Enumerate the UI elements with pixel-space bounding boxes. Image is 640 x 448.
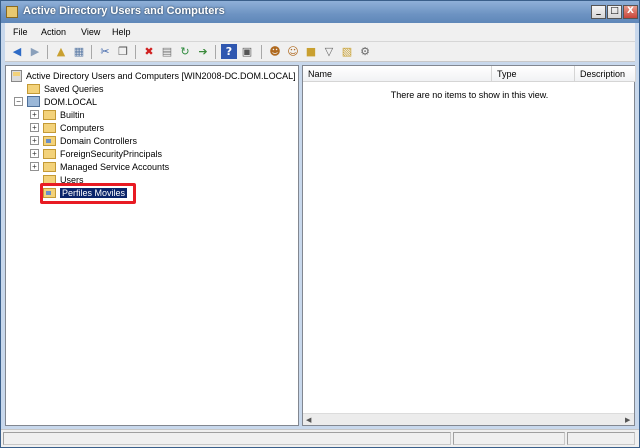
tree-item-saved-queries[interactable]: Saved Queries [27,82,104,95]
status-cell [453,432,565,445]
cut-icon[interactable]: ✂ [97,44,113,59]
refresh-icon[interactable]: ↻ [177,44,193,59]
app-icon [6,6,18,18]
tree-item-label: Builtin [60,109,85,120]
new-user-icon[interactable]: ☻ [267,44,283,59]
domain-icon [27,96,40,107]
status-bar [1,429,639,447]
tree-item-label: Computers [60,122,105,133]
new-ou-icon[interactable]: ■ [303,44,319,59]
toolbar-separator [47,45,48,59]
export-list-icon[interactable]: ➔ [195,44,211,59]
tree-item-label: Domain Controllers [60,135,138,146]
toolbar-separator [215,45,216,59]
toolbar-separator [91,45,92,59]
tree-root-label: Active Directory Users and Computers [WI… [26,70,296,81]
menu-file[interactable]: File [9,26,32,38]
tree-item-managed-service-accounts[interactable]: + Managed Service Accounts [30,160,169,173]
tree-item-label: Saved Queries [44,83,104,94]
tree-item-label: ForeignSecurityPrincipals [60,148,163,159]
tree-root[interactable]: Active Directory Users and Computers [WI… [11,69,296,82]
folder-icon [43,109,56,120]
back-icon[interactable]: ◀ [9,44,25,59]
tree-item-label: DOM.LOCAL [44,96,98,107]
tree-item-domain[interactable]: − DOM.LOCAL [14,95,97,108]
tree-item-computers[interactable]: + Computers [30,121,104,134]
menu-view[interactable]: View [77,26,104,38]
tree-item-foreign-security-principals[interactable]: + ForeignSecurityPrincipals [30,147,162,160]
status-cell [3,432,451,445]
minimize-button[interactable]: _ [591,5,606,19]
folder-icon [27,83,40,94]
filter-icon[interactable]: ▽ [321,44,337,59]
toolbar-separator [261,45,262,59]
window-title: Active Directory Users and Computers [23,5,225,17]
highlight-box [40,183,136,204]
tree-item-builtin[interactable]: + Builtin [30,108,85,121]
expand-icon[interactable]: + [30,123,39,132]
delete-icon[interactable]: ✖ [141,44,157,59]
forward-icon[interactable]: ▶ [27,44,43,59]
empty-message: There are no items to show in this view. [390,90,549,100]
delegate-control-icon[interactable]: ⚙ [357,44,373,59]
scroll-right-icon[interactable]: ▶ [625,416,630,424]
add-to-group-icon[interactable]: ▧ [339,44,355,59]
up-folder-icon[interactable]: ▲ [53,44,69,59]
details-pane[interactable]: Name Type Description There are no items… [302,65,636,426]
expand-icon[interactable]: + [30,149,39,158]
copy-icon[interactable]: ❐ [115,44,131,59]
status-cell [567,432,635,445]
ou-icon [43,135,56,146]
expand-icon[interactable]: + [30,162,39,171]
action-pane-icon[interactable]: ▣ [239,44,255,59]
help-icon[interactable]: ? [221,44,237,59]
tree-item-domain-controllers[interactable]: + Domain Controllers [30,134,137,147]
horizontal-scrollbar[interactable]: ◀ ▶ [303,413,634,425]
folder-icon [43,161,56,172]
toolbar: ◀ ▶ ▲ ▦ ✂ ❐ ✖ ▤ ↻ ➔ ? ▣ ☻ ☺ ■ ▽ ▧ ⚙ [5,42,635,62]
menu-action[interactable]: Action [37,26,70,38]
properties-icon[interactable]: ▤ [159,44,175,59]
menu-help[interactable]: Help [108,26,135,38]
folder-icon [43,148,56,159]
expand-icon[interactable]: + [30,136,39,145]
console-tree[interactable]: Active Directory Users and Computers [WI… [5,65,299,426]
app-window: Active Directory Users and Computers _ □… [0,0,640,448]
tree-item-label: Managed Service Accounts [60,161,170,172]
column-header-description[interactable]: Description [575,66,636,82]
menu-bar: File Action View Help [5,23,635,42]
column-header-type[interactable]: Type [492,66,575,82]
toolbar-separator [135,45,136,59]
scroll-left-icon[interactable]: ◀ [306,416,311,424]
maximize-button[interactable]: □ [607,5,622,19]
new-group-icon[interactable]: ☺ [285,44,301,59]
folder-icon [43,122,56,133]
show-console-tree-icon[interactable]: ▦ [71,44,87,59]
expand-icon[interactable]: + [30,110,39,119]
title-bar[interactable]: Active Directory Users and Computers _ □… [1,1,639,23]
collapse-icon[interactable]: − [14,97,23,106]
console-root-icon [11,69,22,82]
column-header-name[interactable]: Name [303,66,492,82]
close-button[interactable]: X [623,5,638,19]
